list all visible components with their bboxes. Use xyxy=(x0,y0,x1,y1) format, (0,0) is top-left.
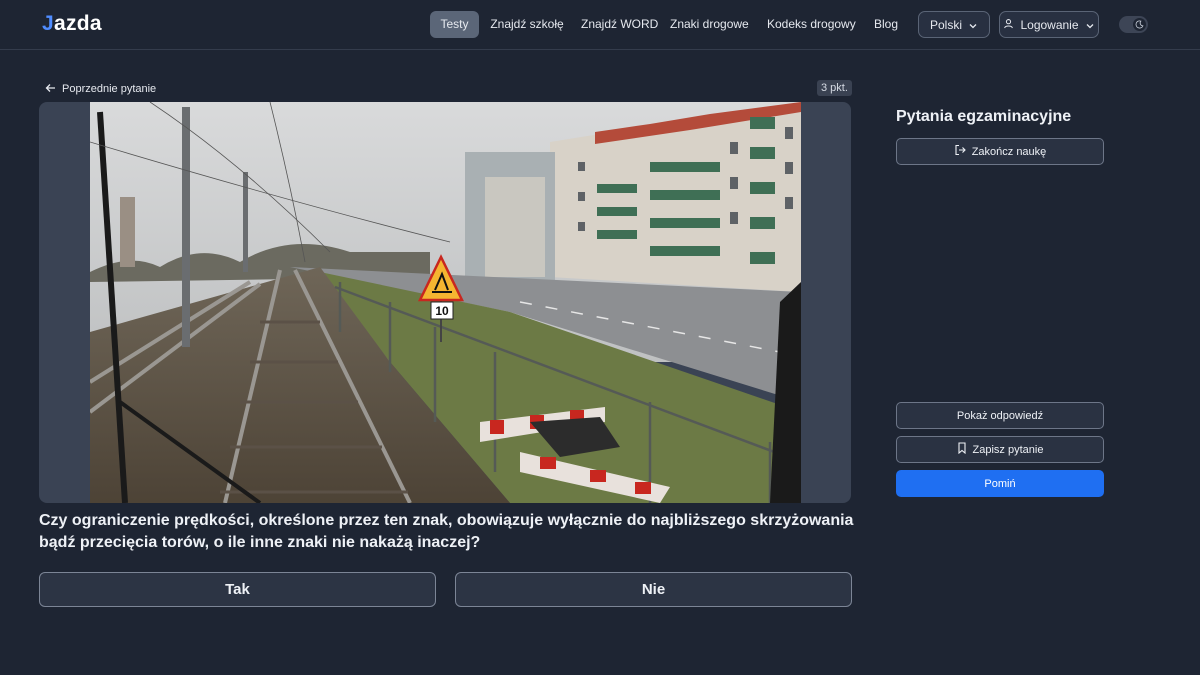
previous-question-link[interactable]: Poprzednie pytanie xyxy=(45,81,156,97)
language-label: Polski xyxy=(929,17,962,32)
chevron-down-icon xyxy=(968,20,978,30)
end-study-label: Zakończ naukę xyxy=(971,145,1047,158)
nav-item-znajdz-szkole[interactable]: Znajdź szkołę xyxy=(489,11,565,38)
language-select[interactable]: Polski xyxy=(918,11,990,38)
nav-item-znaki-drogowe[interactable]: Znaki drogowe xyxy=(670,11,749,38)
moon-icon xyxy=(1133,18,1146,31)
top-navbar: Jazda Testy Znajdź szkołę Znajdź WORD Zn… xyxy=(0,0,1200,50)
question-media-frame: 10 xyxy=(39,102,851,503)
user-icon xyxy=(1003,18,1014,32)
answer-yes-button[interactable]: Tak xyxy=(39,572,436,607)
theme-toggle[interactable] xyxy=(1119,16,1148,33)
nav-item-blog[interactable]: Blog xyxy=(870,11,902,38)
previous-question-label: Poprzednie pytanie xyxy=(62,83,157,95)
show-answer-button[interactable]: Pokaż odpowiedź xyxy=(896,402,1104,429)
login-button[interactable]: Logowanie xyxy=(999,11,1099,38)
save-question-button[interactable]: Zapisz pytanie xyxy=(896,436,1104,463)
end-study-button[interactable]: Zakończ naukę xyxy=(896,138,1104,165)
bookmark-icon xyxy=(957,442,967,457)
save-question-label: Zapisz pytanie xyxy=(972,443,1044,456)
nav-item-kodeks-drogowy[interactable]: Kodeks drogowy xyxy=(767,11,856,38)
skip-button[interactable]: Pomiń xyxy=(896,470,1104,497)
skip-label: Pomiń xyxy=(984,477,1016,490)
sidebar-title: Pytania egzaminacyjne xyxy=(896,108,1072,125)
points-badge: 3 pkt. xyxy=(817,80,852,96)
question-text: Czy ograniczenie prędkości, określone pr… xyxy=(39,512,854,551)
logo-text: azda xyxy=(53,12,102,35)
logo-j: J xyxy=(42,12,54,35)
nav-item-testy[interactable]: Testy xyxy=(430,11,479,38)
question-image: 10 xyxy=(90,102,801,503)
arrow-left-icon xyxy=(45,83,56,96)
logo[interactable]: Jazda xyxy=(42,12,102,36)
speed-limit-sign-value: 10 xyxy=(435,304,449,318)
login-label: Logowanie xyxy=(1020,17,1079,32)
nav-item-znajdz-word[interactable]: Znajdź WORD xyxy=(581,11,658,38)
logout-icon xyxy=(954,144,966,159)
answer-no-button[interactable]: Nie xyxy=(455,572,852,607)
chevron-down-icon xyxy=(1085,20,1095,30)
show-answer-label: Pokaż odpowiedź xyxy=(956,409,1044,422)
